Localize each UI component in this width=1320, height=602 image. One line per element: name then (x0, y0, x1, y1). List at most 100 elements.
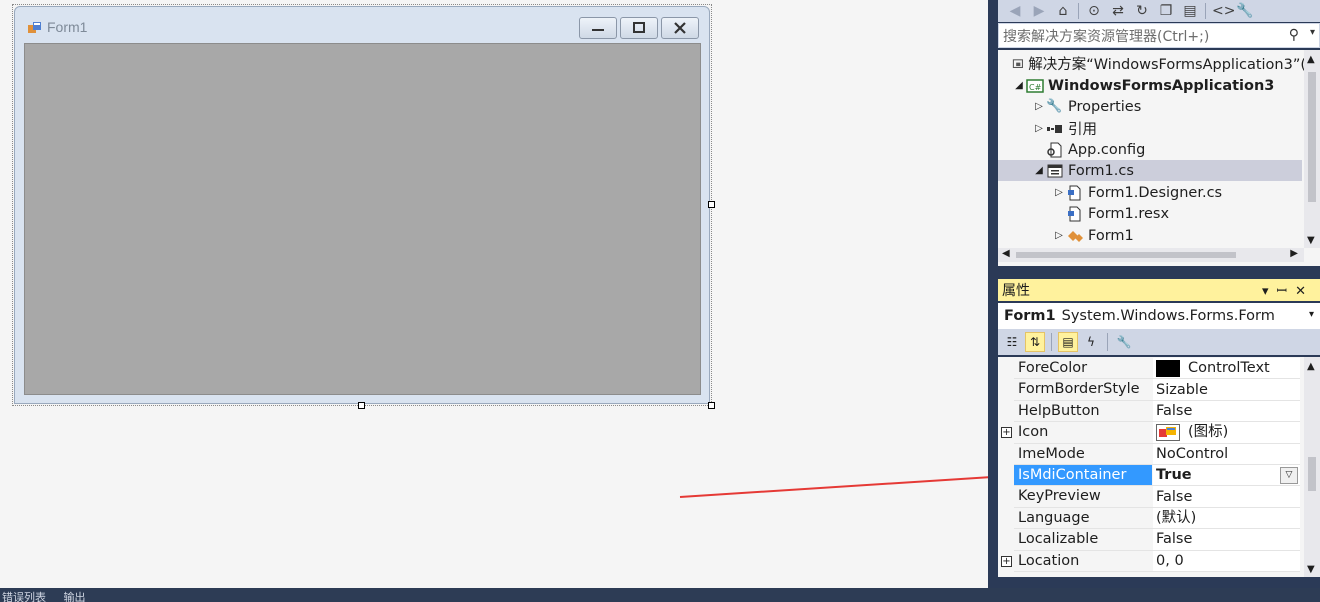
object-selector[interactable]: Form1 System.Windows.Forms.Form ▾ (998, 303, 1320, 329)
search-icon[interactable]: ⚲ (1289, 27, 1299, 43)
property-row-keypreview[interactable]: KeyPreview False (998, 486, 1300, 508)
collapse-icon[interactable]: ↻ (1133, 3, 1151, 19)
form-window[interactable]: Form1 (14, 6, 710, 404)
scroll-down-icon[interactable]: ▼ (1307, 235, 1315, 246)
form-client-area[interactable] (24, 43, 701, 395)
scroll-right-icon[interactable]: ▶ (1290, 248, 1298, 259)
forward-icon[interactable]: ▶ (1030, 3, 1048, 19)
property-row-forecolor[interactable]: ForeColor ControlText (998, 358, 1300, 380)
object-name: Form1 (1004, 308, 1056, 324)
properties-icon[interactable]: ▤ (1181, 3, 1199, 19)
property-value[interactable]: True ▽ (1153, 465, 1300, 487)
form-file-icon (1047, 164, 1063, 177)
tab-output[interactable]: 输出 (64, 591, 86, 602)
scroll-up-icon[interactable]: ▲ (1307, 361, 1315, 372)
tree-item-properties[interactable]: ▷ 🔧 Properties (1032, 96, 1320, 117)
tab-error-list[interactable]: 错误列表 (2, 591, 46, 602)
property-grid-scrollbar[interactable]: ▲ ▼ (1304, 357, 1320, 577)
collapsed-twisty-icon[interactable]: ▷ (1032, 123, 1046, 134)
tree-item-form1-resx[interactable]: Form1.resx (1052, 203, 1320, 224)
property-value[interactable]: (默认) (1153, 507, 1300, 530)
close-button[interactable] (661, 17, 699, 39)
designer-surface[interactable]: Form1 (0, 0, 988, 588)
property-value[interactable]: False (1153, 486, 1300, 508)
expand-plus-icon[interactable]: + (1001, 427, 1012, 439)
wrench-icon: 🔧 (1116, 335, 1132, 349)
tree-item-project[interactable]: ◢ C# WindowsFormsApplication3 (1012, 75, 1316, 96)
tree-item-app-config[interactable]: App.config (1032, 139, 1320, 160)
scrollbar-thumb[interactable] (1016, 252, 1236, 258)
lightning-icon: ϟ (1087, 335, 1095, 349)
scrollbar-thumb[interactable] (1308, 457, 1316, 491)
property-value[interactable]: NoControl (1153, 443, 1300, 465)
back-icon[interactable]: ◀ (1006, 3, 1024, 19)
tree-item-references[interactable]: ▷ 引用 (1032, 118, 1320, 139)
object-type: System.Windows.Forms.Form (1061, 308, 1275, 324)
solution-explorer-search[interactable]: 搜索解决方案资源管理器(Ctrl+;) ⚲ ▾ (998, 23, 1320, 48)
property-value[interactable]: ControlText (1153, 358, 1300, 380)
property-row-formborderstyle[interactable]: FormBorderStyle Sizable (998, 379, 1300, 401)
property-row-imemode[interactable]: ImeMode NoControl (998, 443, 1300, 465)
scroll-up-icon[interactable]: ▲ (1307, 54, 1315, 65)
config-file-icon (1047, 142, 1062, 157)
code-icon[interactable]: <> (1212, 3, 1235, 19)
wrench-icon[interactable]: 🔧 (1236, 3, 1254, 19)
tree-item-solution[interactable]: 解决方案“WindowsFormsApplication3”( (1002, 53, 1306, 74)
properties-view-button[interactable]: ▤ (1058, 332, 1078, 352)
property-row-icon[interactable]: + Icon (图标) (998, 422, 1300, 444)
search-input[interactable]: 搜索解决方案资源管理器(Ctrl+;) (1003, 26, 1209, 46)
pin-icon[interactable]: ꟷ (1277, 284, 1296, 299)
value-dropdown-chevron-icon[interactable]: ▽ (1280, 467, 1298, 484)
status-bar: 错误列表 输出 (0, 588, 1320, 602)
property-row-localizable[interactable]: Localizable False (998, 529, 1300, 551)
sync-icon[interactable]: ⊙ (1085, 3, 1103, 19)
events-button[interactable]: ϟ (1081, 332, 1101, 352)
form-titlebar: Form1 (15, 7, 709, 43)
scrollbar-thumb[interactable] (1308, 72, 1316, 202)
property-value[interactable]: False (1153, 529, 1300, 551)
form-icon (28, 22, 41, 33)
property-row-location[interactable]: + Location 0, 0 (998, 550, 1300, 572)
dropdown-icon[interactable]: ▾ (1262, 284, 1277, 299)
tree-vertical-scrollbar[interactable]: ▲ ▼ (1304, 50, 1320, 248)
tree-item-form1-designer[interactable]: ▷ Form1.Designer.cs (1052, 182, 1320, 203)
properties-title: 属性 (1002, 283, 1030, 299)
alphabetical-button[interactable]: ⇅ (1025, 332, 1045, 352)
scroll-down-icon[interactable]: ▼ (1307, 564, 1315, 575)
collapsed-twisty-icon[interactable]: ▷ (1052, 187, 1066, 198)
collapsed-twisty-icon[interactable]: ▷ (1052, 230, 1066, 241)
tree-item-form1-class[interactable]: ▷ Form1 (1052, 225, 1320, 246)
property-row-language[interactable]: Language (默认) (998, 507, 1300, 530)
tree-item-form1-cs[interactable]: ◢ Form1.cs (998, 160, 1302, 181)
property-pages-button[interactable]: 🔧 (1114, 332, 1134, 352)
copy-icon[interactable]: ❐ (1157, 3, 1175, 19)
tree-horizontal-scrollbar[interactable]: ◀ ▶ (998, 248, 1304, 262)
form-title: Form1 (47, 19, 88, 35)
resize-handle-right[interactable] (708, 201, 715, 208)
property-value[interactable]: Sizable (1153, 379, 1300, 401)
object-selector-chevron-icon[interactable]: ▾ (1309, 309, 1314, 320)
expanded-twisty-icon[interactable]: ◢ (1012, 80, 1026, 91)
csharp-project-icon: C# (1026, 78, 1044, 93)
resize-handle-bottom-right[interactable] (708, 402, 715, 409)
search-options-chevron-icon[interactable]: ▾ (1310, 27, 1315, 38)
refresh-icon[interactable]: ⇄ (1109, 3, 1127, 19)
home-icon[interactable]: ⌂ (1054, 3, 1072, 19)
maximize-button[interactable] (620, 17, 658, 39)
properties-window-controls: ▾ꟷ✕ (1262, 281, 1314, 299)
scroll-left-icon[interactable]: ◀ (1002, 248, 1010, 259)
properties-toolbar: ☷ ⇅ ▤ ϟ 🔧 (998, 329, 1320, 355)
expand-plus-icon[interactable]: + (1001, 555, 1012, 567)
properties-view-icon: ▤ (1062, 335, 1074, 349)
property-value[interactable]: 0, 0 (1153, 550, 1300, 572)
minimize-button[interactable] (579, 17, 617, 39)
property-value[interactable]: (图标) (1153, 422, 1300, 444)
resize-handle-bottom[interactable] (358, 402, 365, 409)
categorized-button[interactable]: ☷ (1002, 332, 1022, 352)
expanded-twisty-icon[interactable]: ◢ (1032, 165, 1046, 176)
close-icon[interactable]: ✕ (1295, 284, 1314, 299)
property-value[interactable]: False (1153, 400, 1300, 423)
collapsed-twisty-icon[interactable]: ▷ (1032, 101, 1046, 112)
property-row-helpbutton[interactable]: HelpButton False (998, 400, 1300, 423)
property-row-ismdicontainer[interactable]: IsMdiContainer True ▽ (998, 465, 1300, 487)
